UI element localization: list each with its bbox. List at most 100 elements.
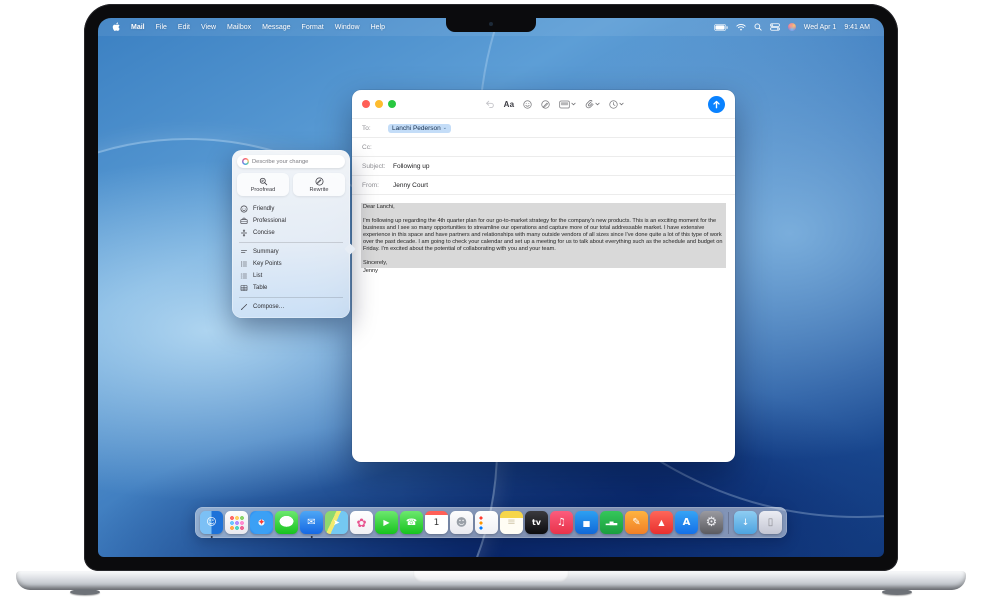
- dock-item-photos[interactable]: ✿: [350, 511, 373, 534]
- dock-item-launchpad[interactable]: [225, 511, 248, 534]
- menu-item-help[interactable]: Help: [371, 24, 385, 31]
- writing-tools-popover: Proofread Rewrite Friendly Professional …: [232, 150, 350, 318]
- body-greeting: Dear Lanchi,: [363, 204, 724, 211]
- system-settings-glyph: ⚙: [706, 515, 718, 530]
- menu-item-key-points[interactable]: Key Points: [237, 258, 345, 270]
- minimize-window-button[interactable]: [375, 100, 383, 108]
- siri-icon[interactable]: [788, 23, 796, 31]
- menu-item-summary[interactable]: Summary: [237, 246, 345, 258]
- recipient-token[interactable]: Lanchi Pederson ⌄: [388, 124, 451, 133]
- menu-item-table[interactable]: Table: [237, 282, 345, 294]
- dock-item-facetime[interactable]: ▶: [375, 511, 398, 534]
- apple-menu-icon[interactable]: [112, 22, 120, 32]
- dock-item-messages[interactable]: [275, 511, 298, 534]
- message-body[interactable]: Dear Lanchi, I'm following up regarding …: [352, 195, 735, 462]
- window-titlebar[interactable]: Aa: [352, 90, 735, 118]
- control-center-icon[interactable]: [770, 23, 780, 31]
- dock: ☺ ✦ ✉ ➤ ✿ ▶ ☎ 1☻ ≡tv♫ ▅ ▂▅▃✎▲ A ⚙ ↓ ▯: [195, 507, 787, 538]
- dock-item-system-settings[interactable]: ⚙: [700, 511, 723, 534]
- phone-glyph: ☎: [406, 518, 417, 528]
- cc-field[interactable]: Cc:: [352, 138, 735, 157]
- close-window-button[interactable]: [362, 100, 370, 108]
- menu-time[interactable]: 9:41 AM: [844, 24, 870, 31]
- dock-item-calendar[interactable]: 1: [425, 511, 448, 534]
- menu-app-name[interactable]: Mail: [131, 24, 145, 31]
- undo-icon[interactable]: [485, 100, 495, 109]
- menu-item-list[interactable]: List: [237, 270, 345, 282]
- from-value[interactable]: Jenny Court: [393, 182, 428, 189]
- menu-item-friendly[interactable]: Friendly: [237, 203, 345, 215]
- dock-item-keynote[interactable]: ▅: [575, 511, 598, 534]
- dock-item-mail[interactable]: ✉: [300, 511, 323, 534]
- menu-item-concise[interactable]: Concise: [237, 227, 345, 239]
- macbook-base: [16, 571, 966, 590]
- subject-field[interactable]: Subject: Following up: [352, 157, 735, 176]
- menu-item-file[interactable]: File: [156, 24, 167, 31]
- key-points-icon: [240, 260, 248, 268]
- rewrite-button[interactable]: Rewrite: [293, 173, 345, 196]
- dock-item-downloads-folder[interactable]: ↓: [734, 511, 757, 534]
- writing-tools-menu: Friendly Professional Concise Summary Ke…: [237, 203, 345, 313]
- dock-item-app-store[interactable]: A: [675, 511, 698, 534]
- laptop-foot: [882, 589, 912, 595]
- list-icon: [240, 272, 248, 280]
- describe-change-field[interactable]: [237, 155, 345, 168]
- app-store-glyph: A: [683, 517, 691, 528]
- zoom-window-button[interactable]: [388, 100, 396, 108]
- menu-divider: [239, 297, 343, 298]
- dock-item-tv[interactable]: tv: [525, 511, 548, 534]
- selected-text[interactable]: Dear Lanchi, I'm following up regarding …: [361, 203, 726, 268]
- to-label: To:: [362, 125, 388, 132]
- dock-item-trash[interactable]: ▯: [759, 511, 782, 534]
- mail-glyph: ✉: [307, 517, 315, 528]
- menu-item-compose[interactable]: Compose…: [237, 301, 345, 313]
- menu-item-edit[interactable]: Edit: [178, 24, 190, 31]
- dock-item-safari[interactable]: ✦: [250, 511, 273, 534]
- trash-glyph: ▯: [768, 517, 774, 528]
- describe-change-input[interactable]: [252, 159, 340, 165]
- dock-item-contacts[interactable]: ☻: [450, 511, 473, 534]
- photos-glyph: ✿: [356, 516, 366, 530]
- dock-item-pages[interactable]: ✎: [625, 511, 648, 534]
- dock-item-maps[interactable]: ➤: [325, 511, 348, 534]
- send-button[interactable]: [708, 96, 725, 113]
- keynote-glyph: ▅: [583, 518, 589, 527]
- to-field[interactable]: To: Lanchi Pederson ⌄: [352, 119, 735, 138]
- search-icon[interactable]: [754, 23, 762, 31]
- friendly-smiley-icon: [240, 205, 248, 213]
- photo-browser-icon[interactable]: [559, 100, 576, 109]
- compose-pencil-icon: [240, 303, 248, 311]
- dock-item-notes[interactable]: ≡: [500, 511, 523, 534]
- finder-glyph: ☺: [206, 517, 216, 528]
- dock-item-music[interactable]: ♫: [550, 511, 573, 534]
- camera-dot: [489, 22, 493, 26]
- dock-item-numbers[interactable]: ▂▅▃: [600, 511, 623, 534]
- table-icon: [240, 284, 248, 292]
- subject-label: Subject:: [362, 163, 393, 170]
- menu-item-mailbox[interactable]: Mailbox: [227, 24, 251, 31]
- menu-item-message[interactable]: Message: [262, 24, 290, 31]
- proofread-button[interactable]: Proofread: [237, 173, 289, 196]
- emoji-picker-icon[interactable]: [523, 100, 532, 109]
- battery-icon[interactable]: [714, 24, 728, 31]
- dock-item-phone[interactable]: ☎: [400, 511, 423, 534]
- menu-item-view[interactable]: View: [201, 24, 216, 31]
- menu-item-format[interactable]: Format: [302, 24, 324, 31]
- from-field[interactable]: From: Jenny Court: [352, 176, 735, 195]
- from-label: From:: [362, 182, 393, 189]
- subject-value[interactable]: Following up: [393, 163, 430, 170]
- menu-item-professional[interactable]: Professional: [237, 215, 345, 227]
- wifi-icon[interactable]: [736, 23, 746, 31]
- dock-item-finder[interactable]: ☺: [200, 511, 223, 534]
- attachment-icon[interactable]: [585, 99, 600, 109]
- menu-item-window[interactable]: Window: [335, 24, 360, 31]
- send-later-icon[interactable]: [609, 100, 624, 109]
- menu-date[interactable]: Wed Apr 1: [804, 24, 837, 31]
- safari-glyph: ✦: [258, 518, 266, 528]
- dock-item-games[interactable]: ▲: [650, 511, 673, 534]
- format-button[interactable]: Aa: [504, 100, 515, 109]
- lid-notch: [413, 571, 569, 582]
- writing-tools-icon[interactable]: [541, 100, 550, 109]
- recipient-chevron-icon[interactable]: ⌄: [443, 125, 447, 131]
- dock-item-reminders[interactable]: [475, 511, 498, 534]
